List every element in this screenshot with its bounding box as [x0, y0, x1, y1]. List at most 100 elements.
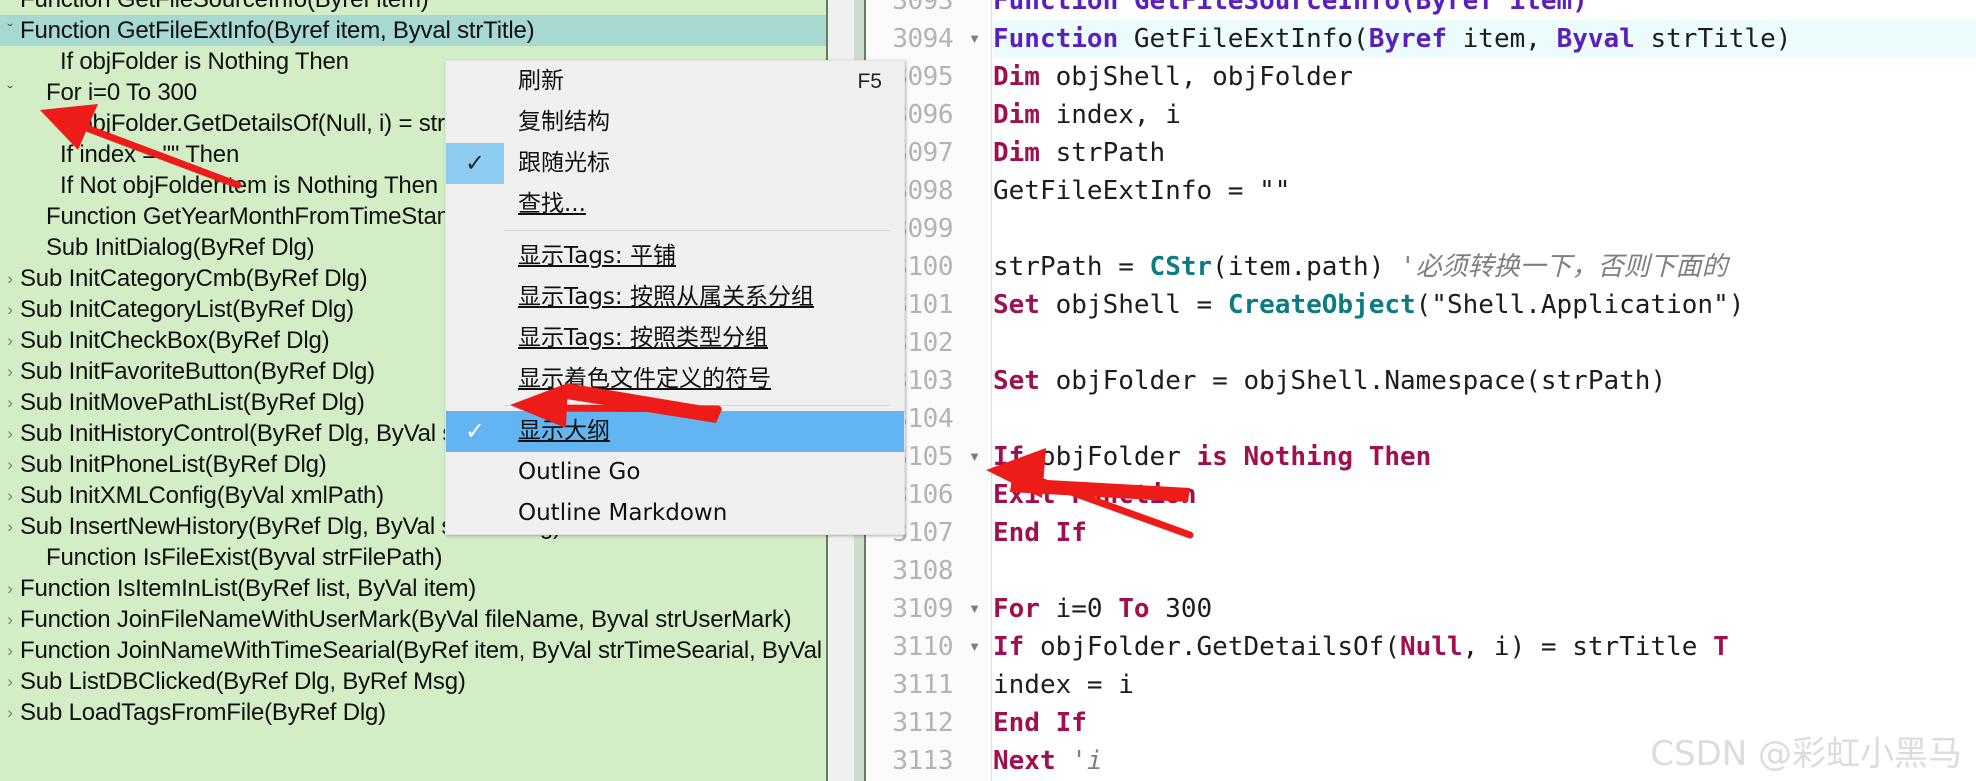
- code-token: i=0: [1039, 594, 1119, 624]
- code-line[interactable]: Set objShell = CreateObject("Shell.Appli…: [993, 286, 1976, 324]
- chevron-right-icon[interactable]: ›: [0, 325, 20, 356]
- chevron-right-icon[interactable]: ›: [0, 697, 20, 728]
- code-line[interactable]: If objFolder is Nothing Then: [993, 438, 1976, 476]
- outline-item-label: Sub InitCategoryCmb(ByRef Dlg): [20, 265, 368, 292]
- context-menu-item[interactable]: Outline Go: [446, 452, 904, 493]
- chevron-right-icon[interactable]: ›: [0, 449, 20, 480]
- code-token: If: [993, 632, 1025, 662]
- code-line[interactable]: GetFileExtInfo = "": [993, 172, 1976, 210]
- code-line[interactable]: Set objFolder = objShell.Namespace(strPa…: [993, 362, 1976, 400]
- chevron-right-icon[interactable]: ›: [0, 294, 20, 325]
- outline-item-label: If objFolder is Nothing Then: [60, 48, 349, 75]
- line-number-row[interactable]: 3109 ▼: [866, 590, 989, 628]
- code-text-area[interactable]: Function GetFileSourceInfo(Byref item) Fu…: [993, 0, 1976, 781]
- outline-item[interactable]: › Sub LoadTagsFromFile(ByRef Dlg): [0, 697, 828, 728]
- outline-item[interactable]: ˇ Function GetFileExtInfo(Byref item, Byv…: [0, 15, 828, 46]
- chevron-right-icon[interactable]: ›: [0, 604, 20, 635]
- code-token: (item.path): [1212, 252, 1401, 282]
- line-number-row[interactable]: 3112: [866, 704, 989, 742]
- line-number-row[interactable]: 3111: [866, 666, 989, 704]
- context-menu-item-label: 显示着色文件定义的符号: [518, 366, 771, 392]
- chevron-down-icon[interactable]: ˇ: [0, 0, 20, 15]
- chevron-right-icon[interactable]: ›: [0, 387, 20, 418]
- context-menu-item-label: 跟随光标: [518, 150, 610, 176]
- outline-item[interactable]: › Function IsItemInList(ByRef list, ByVal…: [0, 573, 828, 604]
- context-menu-item[interactable]: 显示Tags: 按照从属关系分组: [446, 277, 904, 318]
- code-token: Byval: [1556, 24, 1635, 54]
- code-line[interactable]: [993, 400, 1976, 438]
- chevron-right-icon[interactable]: ›: [0, 666, 20, 697]
- code-line[interactable]: End If: [993, 514, 1976, 552]
- outline-item-label: Sub InitFavoriteButton(ByRef Dlg): [20, 358, 375, 385]
- context-menu-item[interactable]: ✓ 跟随光标: [446, 143, 904, 184]
- fold-toggle-icon[interactable]: ▼: [968, 20, 981, 58]
- context-menu-item[interactable]: 显示着色文件定义的符号: [446, 359, 904, 400]
- code-token: Dim: [993, 100, 1040, 130]
- line-number-row[interactable]: 3094 ▼: [866, 20, 989, 58]
- chevron-right-icon[interactable]: ›: [0, 511, 20, 542]
- code-token: End If: [993, 708, 1087, 738]
- code-line[interactable]: [993, 552, 1976, 590]
- code-line[interactable]: Function GetFileSourceInfo(Byref item): [993, 0, 1976, 20]
- line-number-row[interactable]: 3110 ▼: [866, 628, 989, 666]
- outline-context-menu[interactable]: 刷新 F5 复制结构 ✓ 跟随光标 查找... 显示Tags: 平铺显示Tags: 按照从属…: [445, 60, 905, 535]
- outline-item[interactable]: Function IsFileExist(Byval strFilePath): [0, 542, 828, 573]
- outline-item-label: Function JoinNameWithTimeSearial(ByRef i…: [20, 637, 828, 664]
- context-menu-item[interactable]: 查找...: [446, 184, 904, 225]
- code-line[interactable]: Function GetFileExtInfo(Byref item, Byva…: [993, 20, 1976, 58]
- check-placeholder-icon: [446, 277, 504, 318]
- csdn-watermark: CSDN @彩虹小黑马: [1650, 734, 1962, 774]
- code-token: objShell =: [1039, 290, 1228, 320]
- context-menu-item-label: 显示Tags: 按照从属关系分组: [518, 284, 814, 310]
- outline-item-label: If Not objFolderItem is Nothing Then: [60, 172, 438, 199]
- outline-item-label: Sub ListDBClicked(ByRef Dlg, ByRef Msg): [20, 668, 466, 695]
- code-token: GetFileExtInfo = "": [993, 176, 1291, 206]
- context-menu-item[interactable]: 显示Tags: 平铺: [446, 236, 904, 277]
- outline-item-label: Sub InitCategoryList(ByRef Dlg): [20, 296, 354, 323]
- check-placeholder-icon: [446, 493, 504, 534]
- fold-toggle-icon[interactable]: ▼: [968, 590, 981, 628]
- outline-item[interactable]: ˇFunction GetFileSourceInfo(Byref item): [0, 0, 828, 15]
- code-line[interactable]: strPath = CStr(item.path) '必须转换一下，否则下面的: [993, 248, 1976, 286]
- line-number-row[interactable]: 3113: [866, 742, 989, 780]
- code-line[interactable]: Exit Function: [993, 476, 1976, 514]
- context-menu-item[interactable]: 显示Tags: 按照类型分组: [446, 318, 904, 359]
- code-token: ("Shell.Application"): [1415, 290, 1745, 320]
- code-token: CreateObject: [1227, 290, 1416, 320]
- code-line[interactable]: [993, 324, 1976, 362]
- context-menu-item-shortcut: F5: [857, 70, 882, 93]
- chevron-right-icon[interactable]: ›: [0, 635, 20, 666]
- code-line[interactable]: [993, 210, 1976, 248]
- code-token: Function: [993, 24, 1134, 54]
- code-line[interactable]: For i=0 To 300: [993, 590, 1976, 628]
- chevron-right-icon[interactable]: ›: [0, 356, 20, 387]
- code-line[interactable]: index = i: [993, 666, 1976, 704]
- chevron-right-icon[interactable]: ›: [0, 480, 20, 511]
- code-line[interactable]: Dim index, i: [993, 96, 1976, 134]
- chevron-right-icon[interactable]: ›: [0, 418, 20, 449]
- code-line[interactable]: Dim objShell, objFolder: [993, 58, 1976, 96]
- outline-item[interactable]: › Function JoinFileNameWithUserMark(ByVal…: [0, 604, 828, 635]
- fold-toggle-icon[interactable]: ▼: [968, 628, 981, 666]
- chevron-down-icon[interactable]: ˇ: [0, 15, 20, 46]
- chevron-right-icon[interactable]: ›: [0, 263, 20, 294]
- outline-item[interactable]: › Function JoinNameWithTimeSearial(ByRef …: [0, 635, 828, 666]
- outline-item[interactable]: › Sub ListDBClicked(ByRef Dlg, ByRef Msg): [0, 666, 828, 697]
- code-editor-pane[interactable]: 3093 3094 ▼ 3095 3096 3097 3098 3099 3100 3101 310…: [866, 0, 1976, 781]
- line-number-row[interactable]: 3093: [866, 0, 989, 20]
- context-menu-item[interactable]: 复制结构: [446, 102, 904, 143]
- context-menu-item[interactable]: Outline Markdown: [446, 493, 904, 534]
- chevron-down-icon[interactable]: ˇ: [0, 77, 20, 108]
- code-token: Dim: [993, 138, 1040, 168]
- chevron-right-icon[interactable]: ›: [0, 573, 20, 604]
- menu-separator: [504, 230, 890, 231]
- code-line[interactable]: If objFolder.GetDetailsOf(Null, i) = str…: [993, 628, 1976, 666]
- fold-toggle-icon[interactable]: ▼: [968, 438, 981, 476]
- context-menu-item[interactable]: 刷新 F5: [446, 61, 904, 102]
- context-menu-item[interactable]: ✓ 显示大纲: [446, 411, 904, 452]
- context-menu-item-label: Outline Go: [518, 459, 641, 485]
- line-number-row[interactable]: 3108: [866, 552, 989, 590]
- code-line[interactable]: Dim strPath: [993, 134, 1976, 172]
- outline-item-label: Function IsItemInList(ByRef list, ByVal …: [20, 575, 477, 602]
